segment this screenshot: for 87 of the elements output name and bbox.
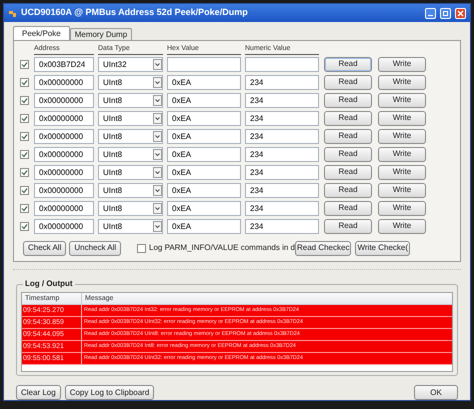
read-button[interactable]: Read <box>324 74 372 90</box>
uncheck-all-button[interactable]: Uncheck All <box>69 240 122 256</box>
close-button[interactable] <box>455 8 466 18</box>
data-type-dropdown[interactable]: UInt8 <box>98 92 163 108</box>
numeric-value-field[interactable]: 234 <box>245 182 319 198</box>
app-icon <box>8 8 17 18</box>
hex-value-field[interactable]: 0xEA <box>167 200 241 216</box>
maximize-button[interactable] <box>440 8 451 18</box>
minimize-button[interactable] <box>425 8 436 18</box>
clear-log-button[interactable]: Clear Log <box>16 385 61 400</box>
write-button[interactable]: Write <box>378 92 426 108</box>
hex-value-field[interactable]: 0xEA <box>167 218 241 234</box>
data-type-dropdown[interactable]: UInt8 <box>98 74 163 90</box>
hex-value-field[interactable]: 0xEA <box>167 110 241 126</box>
address-field[interactable]: 0x00000000 <box>34 182 94 198</box>
data-type-dropdown[interactable]: UInt8 <box>98 200 163 216</box>
write-button[interactable]: Write <box>378 146 426 162</box>
read-button[interactable]: Read <box>324 218 372 234</box>
numeric-value-field[interactable]: 234 <box>245 74 319 90</box>
checkbox[interactable] <box>20 78 29 86</box>
numeric-value-field[interactable]: 234 <box>245 200 319 216</box>
numeric-value-field[interactable] <box>245 56 319 72</box>
data-type-dropdown[interactable]: UInt8 <box>98 164 163 180</box>
copy-log-button[interactable]: Copy Log to Clipboard <box>64 385 154 400</box>
read-button[interactable]: Read <box>324 146 372 162</box>
write-button[interactable]: Write <box>378 200 426 216</box>
address-field[interactable]: 0x003B7D24 <box>34 56 94 72</box>
data-type-dropdown[interactable]: UInt8 <box>98 128 163 144</box>
hex-value-field[interactable] <box>167 56 241 72</box>
checkbox[interactable] <box>20 132 29 140</box>
checkbox[interactable] <box>20 168 29 176</box>
data-type-dropdown[interactable]: UInt8 <box>98 146 163 162</box>
address-field[interactable]: 0x00000000 <box>34 128 94 144</box>
address-field[interactable]: 0x00000000 <box>34 200 94 216</box>
address-field[interactable]: 0x00000000 <box>34 164 94 180</box>
read-button[interactable]: Read <box>324 110 372 126</box>
address-field[interactable]: 0x00000000 <box>34 146 94 162</box>
checkbox[interactable] <box>20 114 29 122</box>
data-type-dropdown[interactable]: UInt32 <box>98 56 163 72</box>
address-field[interactable]: 0x00000000 <box>34 110 94 126</box>
log-option-label: Log PARM_INFO/VALUE commands in d <box>149 242 295 254</box>
ok-button[interactable]: OK <box>414 385 458 400</box>
checkbox[interactable] <box>20 186 29 194</box>
numeric-value-field[interactable]: 234 <box>245 110 319 126</box>
data-type-dropdown[interactable]: UInt8 <box>98 218 163 234</box>
data-type-dropdown[interactable]: UInt8 <box>98 182 163 198</box>
write-button[interactable]: Write <box>378 74 426 90</box>
read-button[interactable]: Read <box>324 164 372 180</box>
checkbox[interactable] <box>20 96 29 104</box>
read-button[interactable]: Read <box>324 200 372 216</box>
write-button[interactable]: Write <box>378 56 426 72</box>
write-checked-button[interactable]: Write Checke( <box>355 240 410 256</box>
hex-value-field[interactable]: 0xEA <box>167 164 241 180</box>
checkbox[interactable] <box>137 244 146 252</box>
numeric-value-field[interactable]: 234 <box>245 218 319 234</box>
read-button[interactable]: Read <box>324 128 372 144</box>
numeric-value-field[interactable]: 234 <box>245 128 319 144</box>
write-button[interactable]: Write <box>378 182 426 198</box>
write-button[interactable]: Write <box>378 218 426 234</box>
address-field[interactable]: 0x00000000 <box>34 218 94 234</box>
checkbox[interactable] <box>20 204 29 212</box>
data-type-dropdown[interactable]: UInt8 <box>98 110 163 126</box>
numeric-value-field[interactable]: 234 <box>245 146 319 162</box>
tab[interactable]: Peek/Poke <box>13 26 70 40</box>
hex-value-field[interactable]: 0xEA <box>167 146 241 162</box>
hex-value-field[interactable]: 0xEA <box>167 128 241 144</box>
read-button[interactable]: Read <box>324 92 372 108</box>
checkbox[interactable] <box>20 60 29 68</box>
numeric-value-field[interactable]: 234 <box>245 164 319 180</box>
check-all-button[interactable]: Check All <box>23 240 66 256</box>
read-checked-button[interactable]: Read Checkec <box>294 240 352 256</box>
checkbox[interactable] <box>20 222 29 230</box>
hex-value-field[interactable]: 0xEA <box>167 74 241 90</box>
address-field[interactable]: 0x00000000 <box>34 74 94 90</box>
write-button[interactable]: Write <box>378 164 426 180</box>
window-title: UCD90160A @ PMBus Address 52d Peek/Poke/Dump <box>21 6 248 20</box>
hex-value-field[interactable]: 0xEA <box>167 182 241 198</box>
log-group-title: Log / Output <box>23 279 75 289</box>
tab[interactable]: Memory Dump <box>70 28 132 40</box>
address-field[interactable]: 0x00000000 <box>34 92 94 108</box>
write-button[interactable]: Write <box>378 128 426 144</box>
write-button[interactable]: Write <box>378 110 426 126</box>
hex-value-field[interactable]: 0xEA <box>167 92 241 108</box>
read-button[interactable]: Read <box>324 182 372 198</box>
numeric-value-field[interactable]: 234 <box>245 92 319 108</box>
checkbox[interactable] <box>20 150 29 158</box>
read-button[interactable]: Read <box>324 56 372 72</box>
